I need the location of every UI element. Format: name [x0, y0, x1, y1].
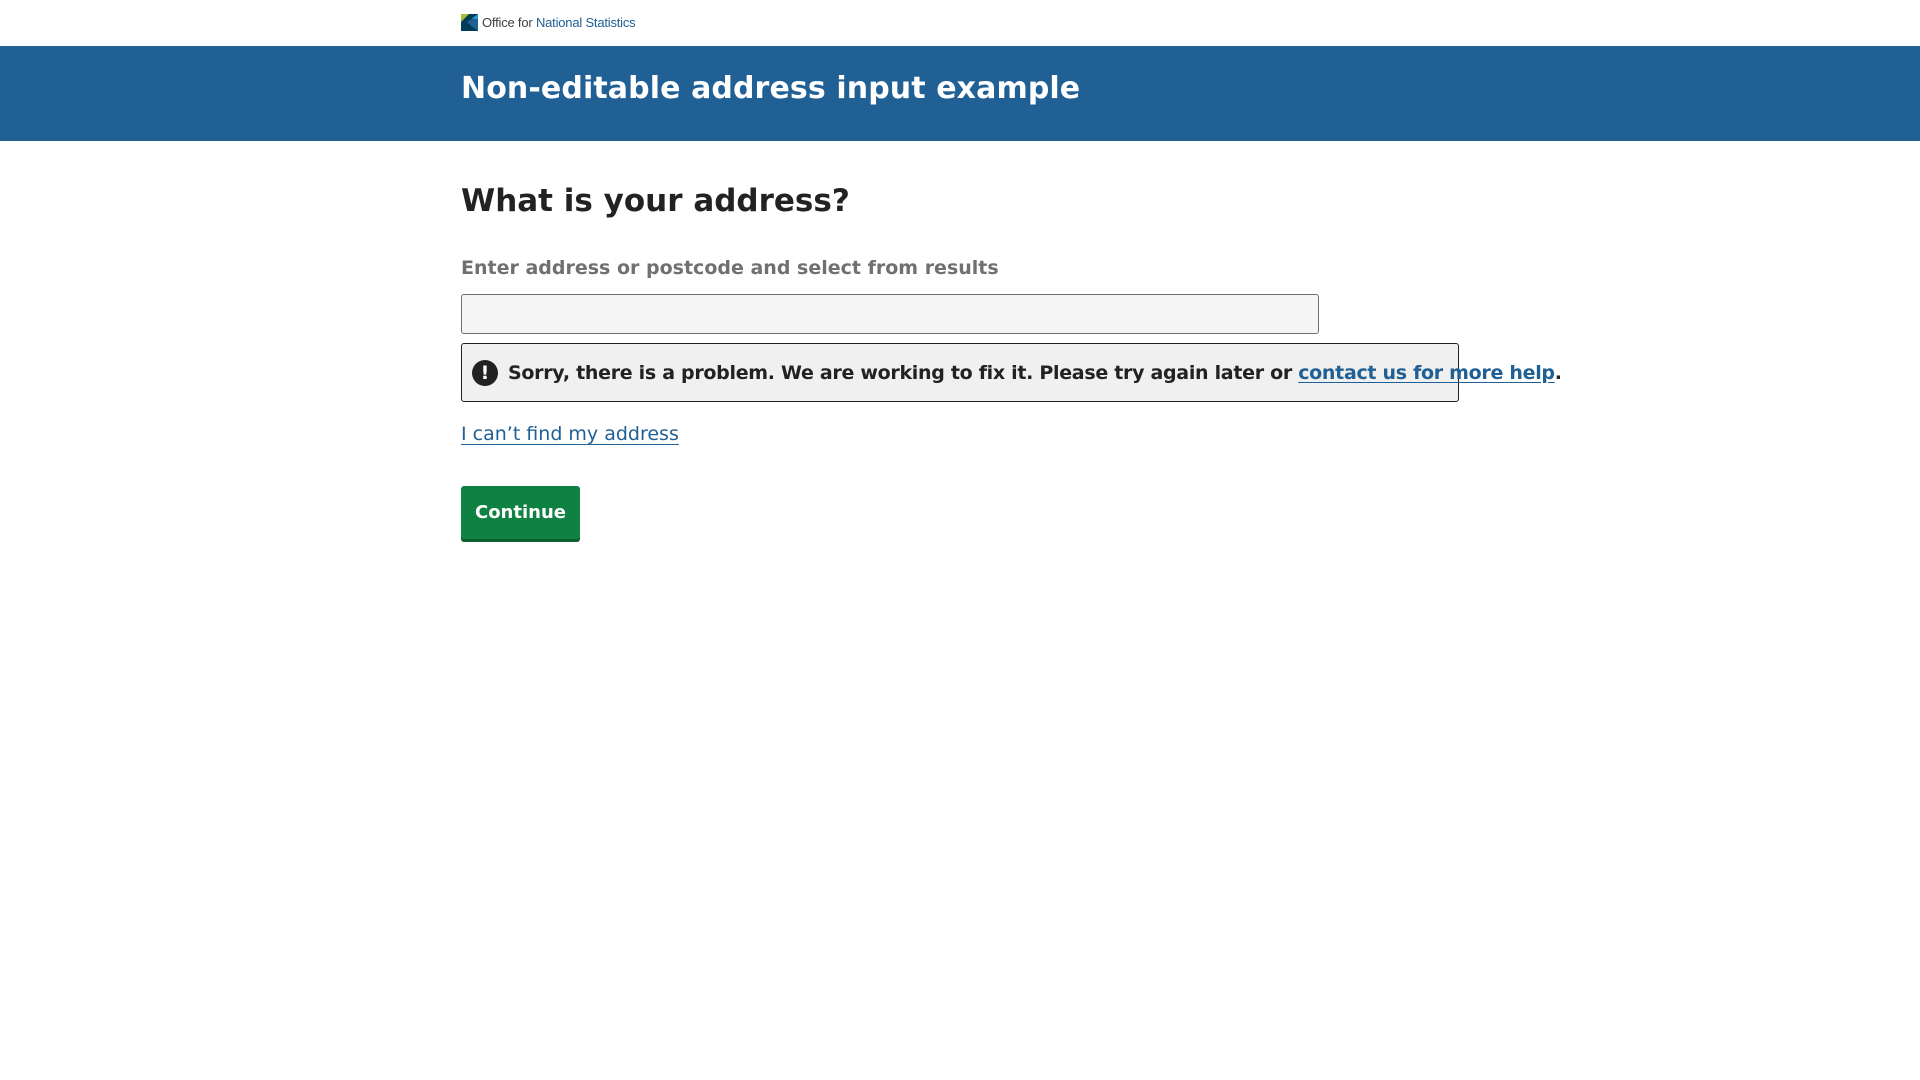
cant-find-address-link[interactable]: I can’t find my address	[461, 423, 679, 445]
logo-text-strong: National Statistics	[535, 15, 636, 30]
logo-wordmark: Office for National Statistics	[482, 15, 636, 30]
error-message-suffix: .	[1554, 361, 1562, 384]
contact-us-link[interactable]: contact us for more help	[1298, 362, 1555, 384]
page-title: Non-editable address input example	[461, 71, 1081, 106]
address-field-label: Enter address or postcode and select fro…	[461, 257, 999, 279]
ons-logo-icon	[461, 14, 478, 31]
exclamation-icon: !	[472, 359, 498, 386]
error-panel: ! Sorry, there is a problem. We are work…	[461, 343, 1562, 402]
logo-text-light: Office for	[482, 15, 533, 30]
main-content: What is your address? Enter address or p…	[0, 141, 1920, 1080]
continue-button[interactable]: Continue	[461, 486, 580, 539]
ons-logo[interactable]: Office for National Statistics	[461, 13, 636, 32]
masthead: Office for National Statistics	[0, 0, 1920, 46]
address-search-input[interactable]	[461, 294, 1319, 334]
question-heading: What is your address?	[461, 183, 850, 219]
error-message-text: Sorry, there is a problem. We are workin…	[508, 361, 1299, 384]
page-banner: Non-editable address input example	[0, 46, 1920, 141]
error-message: Sorry, there is a problem. We are workin…	[508, 362, 1562, 384]
